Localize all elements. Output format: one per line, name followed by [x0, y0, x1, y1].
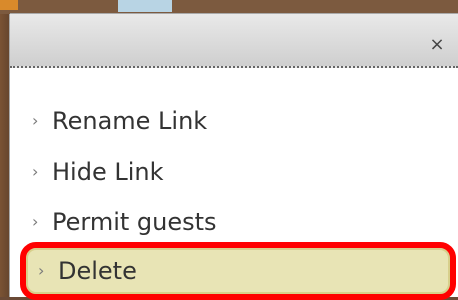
menu-item-rename-link[interactable]: › Rename Link	[10, 97, 458, 145]
menu-item-permit-guests[interactable]: › Permit guests	[10, 198, 458, 246]
chevron-right-icon: ›	[32, 212, 39, 231]
chevron-right-icon: ›	[38, 261, 45, 280]
background-accent	[118, 0, 172, 12]
menu-item-label: Delete	[58, 257, 137, 285]
menu-header: ×	[10, 14, 458, 68]
menu-item-label: Rename Link	[52, 107, 208, 135]
background-strip	[0, 0, 458, 14]
chevron-right-icon: ›	[32, 162, 39, 181]
background-orange-patch	[0, 0, 18, 10]
menu-item-hide-link[interactable]: › Hide Link	[10, 148, 458, 196]
menu-item-delete[interactable]: › Delete	[20, 242, 456, 300]
close-icon[interactable]: ×	[428, 36, 446, 54]
menu-item-label: Permit guests	[52, 208, 217, 236]
link-context-menu: × › Rename Link › Hide Link › Permit gue…	[10, 14, 458, 300]
menu-item-label: Hide Link	[52, 158, 164, 186]
chevron-right-icon: ›	[32, 111, 39, 130]
